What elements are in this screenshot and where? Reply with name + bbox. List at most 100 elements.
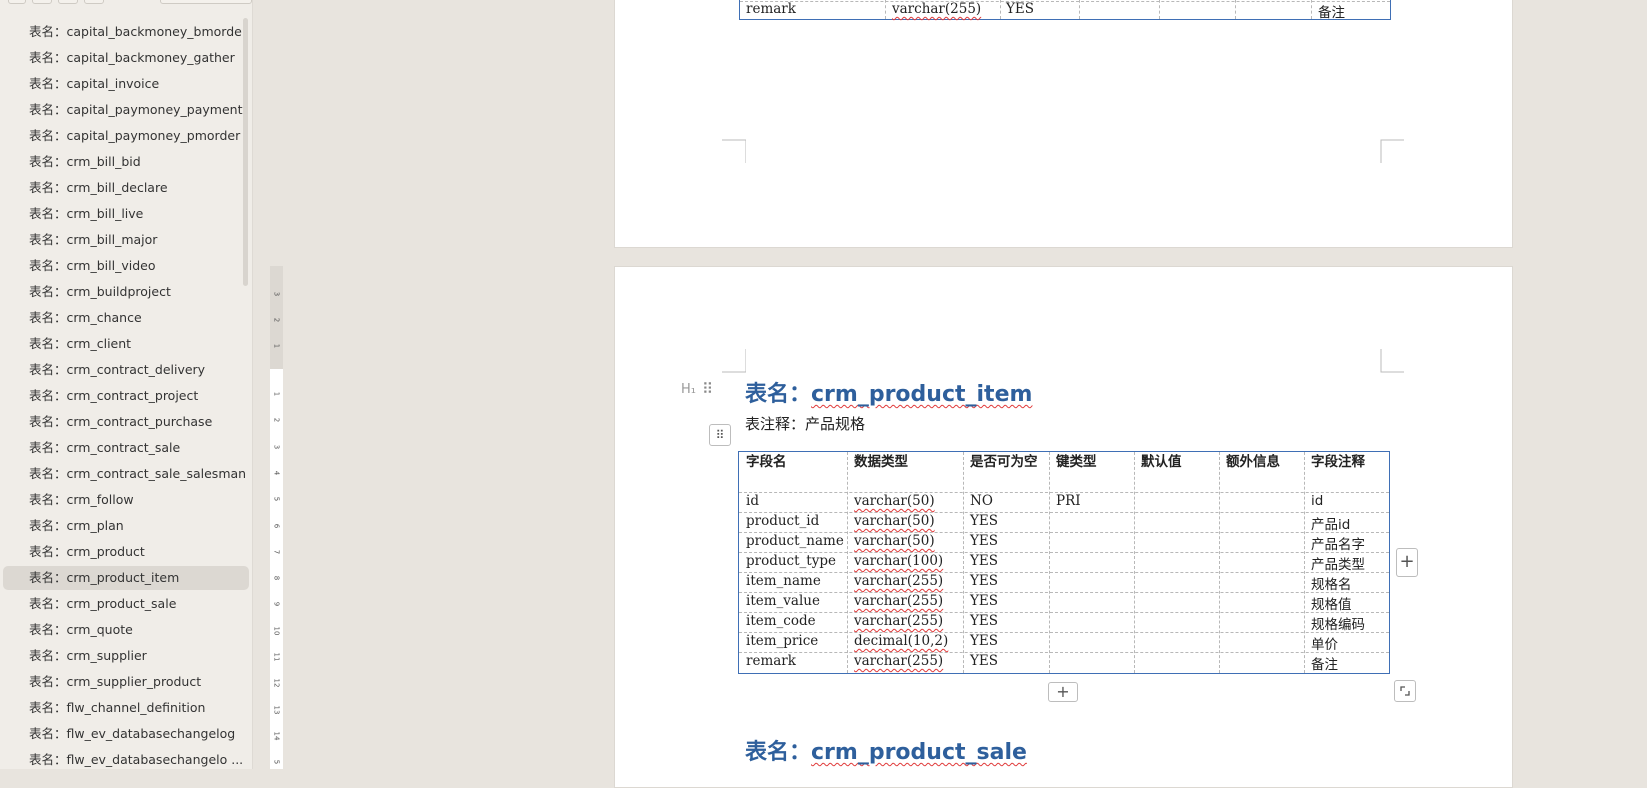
table-comment[interactable]: 表注释：产品规格 xyxy=(745,413,865,434)
toolbar-button[interactable] xyxy=(84,0,104,4)
table-cell[interactable]: YES xyxy=(970,593,998,609)
sidebar-item[interactable]: 表名：capital_paymoney_payment xyxy=(3,98,249,122)
table-cell[interactable]: PRI xyxy=(1056,493,1081,509)
table-cell[interactable]: YES xyxy=(970,633,998,649)
table-cell[interactable]: varchar(255) xyxy=(854,573,943,589)
sidebar-item[interactable]: 表名：crm_bill_live xyxy=(3,202,249,226)
toolbar-button[interactable] xyxy=(8,0,26,4)
table-grid-line xyxy=(963,452,964,673)
table-cell[interactable]: 备注 xyxy=(1311,653,1338,673)
outline-search-input[interactable] xyxy=(160,0,252,4)
sidebar-item[interactable]: 表名：crm_client xyxy=(3,332,249,356)
table-cell[interactable]: YES xyxy=(970,613,998,629)
table-cell[interactable]: varchar(255) xyxy=(854,593,943,609)
add-row-icon[interactable]: + xyxy=(1048,682,1078,702)
sidebar-item[interactable]: 表名：capital_backmoney_gather xyxy=(3,46,249,70)
table-header-cell[interactable]: 数据类型 xyxy=(854,453,958,472)
table-grid-line xyxy=(739,592,1389,593)
sidebar-item[interactable]: 表名：crm_bill_major xyxy=(3,228,249,252)
table-cell[interactable]: item_price xyxy=(746,633,818,649)
sidebar-item[interactable]: 表名：crm_buildproject xyxy=(3,280,249,304)
table-cell[interactable]: varchar(50) xyxy=(854,493,935,509)
table-cell[interactable]: YES xyxy=(970,533,998,549)
table-cell[interactable]: item_code xyxy=(746,613,816,629)
sidebar-item[interactable]: 表名：crm_product_sale xyxy=(3,592,249,616)
sidebar-item[interactable]: 表名：crm_contract_delivery xyxy=(3,358,249,382)
table-cell[interactable]: id xyxy=(746,493,759,509)
sidebar-scrollbar[interactable] xyxy=(243,18,248,286)
table-cell[interactable]: remark xyxy=(746,653,796,669)
drag-handle-icon[interactable]: ⠿ xyxy=(702,380,713,398)
table-header-cell[interactable]: 默认值 xyxy=(1141,453,1214,472)
table-cell[interactable]: product_type xyxy=(746,553,836,569)
table-header-cell[interactable]: 是否可为空 xyxy=(970,453,1044,472)
sidebar-item[interactable]: 表名：crm_product_item xyxy=(3,566,249,590)
sidebar-item[interactable]: 表名：flw_ev_databasechangelo ... xyxy=(3,748,249,769)
sidebar-item[interactable]: 表名：flw_channel_definition xyxy=(3,696,249,720)
sidebar-item[interactable]: 表名：capital_invoice xyxy=(3,72,249,96)
table-cell[interactable]: item_name xyxy=(746,573,821,589)
section-heading[interactable]: 表名：crm_product_sale xyxy=(745,734,1027,766)
table-cell[interactable]: YES xyxy=(970,553,998,569)
table-cell[interactable]: product_name xyxy=(746,533,844,549)
table-cell[interactable]: decimal(10,2) xyxy=(854,633,948,649)
sidebar-item[interactable]: 表名：crm_contract_sale_salesman xyxy=(3,462,249,486)
table-cell[interactable]: NO xyxy=(970,493,993,509)
table-cell[interactable]: remark xyxy=(746,1,796,17)
sidebar-item[interactable]: 表名：crm_supplier_product xyxy=(3,670,249,694)
table-cell[interactable]: varchar(100) xyxy=(854,553,943,569)
sidebar-item[interactable]: 表名：crm_plan xyxy=(3,514,249,538)
sidebar-item[interactable]: 表名：crm_product xyxy=(3,540,249,564)
table-cell[interactable]: varchar(255) xyxy=(854,653,943,669)
table-cell[interactable]: YES xyxy=(1006,1,1034,17)
table-cell[interactable]: 规格编码 xyxy=(1311,613,1365,633)
table-cell[interactable]: id xyxy=(1311,493,1323,509)
vertical-ruler[interactable]: 3 2 1 1 2 3 4 5 6 7 8 9 10 11 12 13 14 5 xyxy=(270,266,283,769)
table-header-cell[interactable]: 额外信息 xyxy=(1226,453,1299,472)
table-header-cell[interactable]: 键类型 xyxy=(1056,453,1129,472)
sidebar-item[interactable]: 表名：crm_quote xyxy=(3,618,249,642)
table-cell[interactable]: 备注 xyxy=(1318,1,1345,21)
toolbar-button[interactable] xyxy=(32,0,52,4)
table-header-cell[interactable]: 字段注释 xyxy=(1311,453,1384,472)
table-cell[interactable]: YES xyxy=(970,513,998,529)
ruler-number: 3 xyxy=(272,444,281,449)
table-grid-line xyxy=(739,652,1389,653)
schema-table[interactable]: 字段名 数据类型 是否可为空 键类型 默认值 额外信息 字段注释 id varchar(50) N… xyxy=(738,451,1390,674)
sidebar-item[interactable]: 表名：crm_supplier xyxy=(3,644,249,668)
heading-level-icon[interactable]: H₁ xyxy=(681,382,696,397)
sidebar-item[interactable]: 表名：flw_ev_databasechangelog xyxy=(3,722,249,746)
table-cell[interactable]: varchar(255) xyxy=(854,613,943,629)
table-cell[interactable]: YES xyxy=(970,653,998,669)
table-cell[interactable]: YES xyxy=(970,573,998,589)
sidebar-item[interactable]: 表名：crm_contract_sale xyxy=(3,436,249,460)
ruler-number: 7 xyxy=(272,549,281,555)
table-cell[interactable]: product_id xyxy=(746,513,819,529)
table-cell[interactable]: 产品类型 xyxy=(1311,553,1365,573)
table-grid-line xyxy=(1304,452,1305,673)
table-cell[interactable]: 产品名字 xyxy=(1311,533,1365,553)
sidebar-item[interactable]: 表名：capital_backmoney_bmorder xyxy=(3,20,249,44)
table-cell[interactable]: varchar(255) xyxy=(892,1,981,17)
table-cell[interactable]: 单价 xyxy=(1311,633,1338,653)
sidebar-item[interactable]: 表名：crm_contract_project xyxy=(3,384,249,408)
sidebar-item[interactable]: 表名：crm_bill_bid xyxy=(3,150,249,174)
sidebar-item[interactable]: 表名：crm_chance xyxy=(3,306,249,330)
add-column-icon[interactable]: + xyxy=(1396,548,1418,577)
sidebar-item[interactable]: 表名：capital_paymoney_pmorder xyxy=(3,124,249,148)
table-cell[interactable]: 规格值 xyxy=(1311,593,1352,613)
table-cell[interactable]: varchar(50) xyxy=(854,533,935,549)
sidebar-item[interactable]: 表名：crm_follow xyxy=(3,488,249,512)
sidebar-item[interactable]: 表名：crm_bill_declare xyxy=(3,176,249,200)
sidebar-item[interactable]: 表名：crm_contract_purchase xyxy=(3,410,249,434)
block-handle-icon[interactable]: ⠿ xyxy=(709,424,731,446)
table-resize-icon[interactable] xyxy=(1394,680,1416,702)
table-cell[interactable]: varchar(50) xyxy=(854,513,935,529)
table-cell[interactable]: item_value xyxy=(746,593,820,609)
sidebar-item[interactable]: 表名：crm_bill_video xyxy=(3,254,249,278)
table-cell[interactable]: 规格名 xyxy=(1311,573,1352,593)
table-header-cell[interactable]: 字段名 xyxy=(746,453,842,472)
table-cell[interactable]: 产品id xyxy=(1311,513,1350,533)
section-heading[interactable]: 表名：crm_product_item xyxy=(745,376,1032,408)
toolbar-button[interactable] xyxy=(58,0,78,4)
